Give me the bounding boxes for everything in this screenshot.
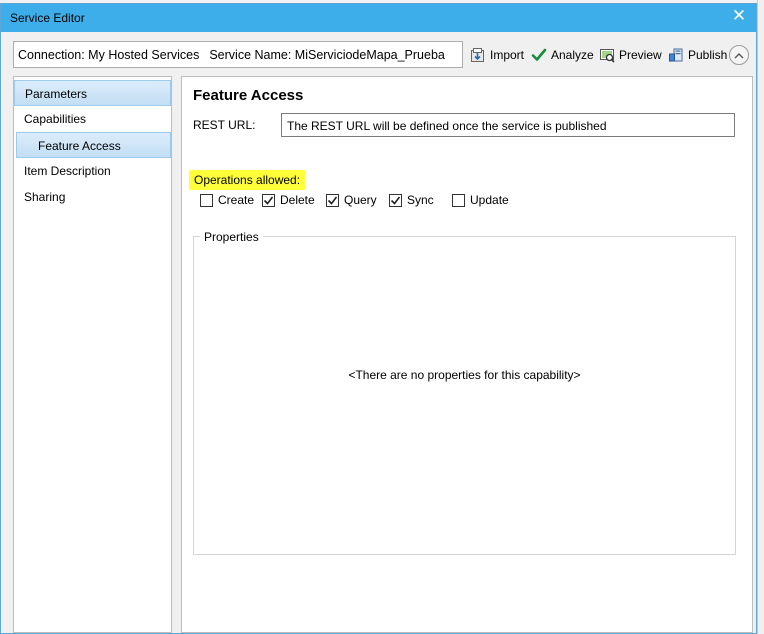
- checkbox-unchecked-icon[interactable]: [452, 193, 465, 207]
- collapse-chevron-up-icon[interactable]: [729, 45, 749, 65]
- preview-label: Preview: [619, 48, 662, 62]
- sidebar-item-label: Sharing: [24, 190, 66, 204]
- sidebar-item-label: Parameters: [25, 87, 88, 101]
- sidebar-item-capabilities[interactable]: Capabilities: [14, 106, 171, 132]
- connection-info-box: Connection: My Hosted Services Service Na…: [13, 41, 463, 68]
- operation-label: Sync: [407, 193, 434, 207]
- import-label: Import: [490, 48, 525, 62]
- checkbox-checked-icon[interactable]: [326, 193, 339, 207]
- operation-update-checkbox[interactable]: Update: [452, 192, 509, 208]
- rest-url-field[interactable]: The REST URL will be defined once the se…: [281, 113, 735, 137]
- sidebar-item-feature-access[interactable]: Feature Access: [16, 132, 171, 158]
- operation-label: Delete: [280, 193, 315, 207]
- sidebar-item-parameters[interactable]: Parameters: [14, 80, 171, 106]
- preview-icon: [600, 49, 615, 63]
- title-bar[interactable]: Service Editor ✕: [1, 4, 756, 32]
- sidebar-item-label: Capabilities: [24, 112, 87, 126]
- import-icon: [471, 48, 484, 62]
- checkbox-unchecked-icon[interactable]: [200, 193, 213, 207]
- operation-label: Query: [344, 193, 377, 207]
- sidebar-item-label: Item Description: [24, 164, 111, 178]
- publish-button[interactable]: Publish: [668, 44, 727, 66]
- operation-delete-checkbox[interactable]: Delete: [262, 192, 315, 208]
- publish-label: Publish: [688, 48, 728, 62]
- sidebar-item-label: Feature Access: [38, 139, 121, 153]
- sidebar-item-item-description[interactable]: Item Description: [14, 158, 171, 184]
- rest-url-label: REST URL:: [193, 118, 256, 132]
- import-button[interactable]: Import: [470, 44, 524, 66]
- analyze-button[interactable]: Analyze: [531, 44, 594, 66]
- window-title: Service Editor: [10, 11, 85, 25]
- checkbox-checked-icon[interactable]: [262, 193, 275, 207]
- properties-empty-message: <There are no properties for this capabi…: [348, 368, 581, 382]
- preview-button[interactable]: Preview: [599, 44, 662, 66]
- publish-icon: [669, 48, 683, 62]
- service-editor-window: Service Editor ✕ Connection: My Hosted S…: [0, 3, 757, 634]
- operation-sync-checkbox[interactable]: Sync: [389, 192, 434, 208]
- operations-allowed-label: Operations allowed:: [189, 170, 306, 190]
- checkbox-checked-icon[interactable]: [389, 193, 402, 207]
- feature-access-panel: Feature Access REST URL: The REST URL wi…: [181, 76, 753, 633]
- close-icon[interactable]: ✕: [730, 7, 748, 25]
- page-title: Feature Access: [193, 87, 304, 104]
- sidebar-nav: Parameters Capabilities Feature Access I…: [13, 76, 172, 633]
- background-app-edge: [757, 0, 764, 634]
- analyze-label: Analyze: [551, 48, 594, 62]
- operation-create-checkbox[interactable]: Create: [200, 192, 254, 208]
- properties-group: Properties <There are no properties for …: [193, 230, 736, 555]
- sidebar-item-sharing[interactable]: Sharing: [14, 184, 171, 210]
- operation-label: Create: [218, 193, 255, 207]
- operation-label: Update: [470, 193, 509, 207]
- properties-legend: Properties: [200, 230, 263, 244]
- service-name-text: Service Name: MiServiciodeMapa_Prueba: [209, 48, 445, 62]
- analyze-check-icon: [531, 48, 547, 61]
- connection-text: Connection: My Hosted Services: [18, 48, 200, 62]
- operation-query-checkbox[interactable]: Query: [326, 192, 377, 208]
